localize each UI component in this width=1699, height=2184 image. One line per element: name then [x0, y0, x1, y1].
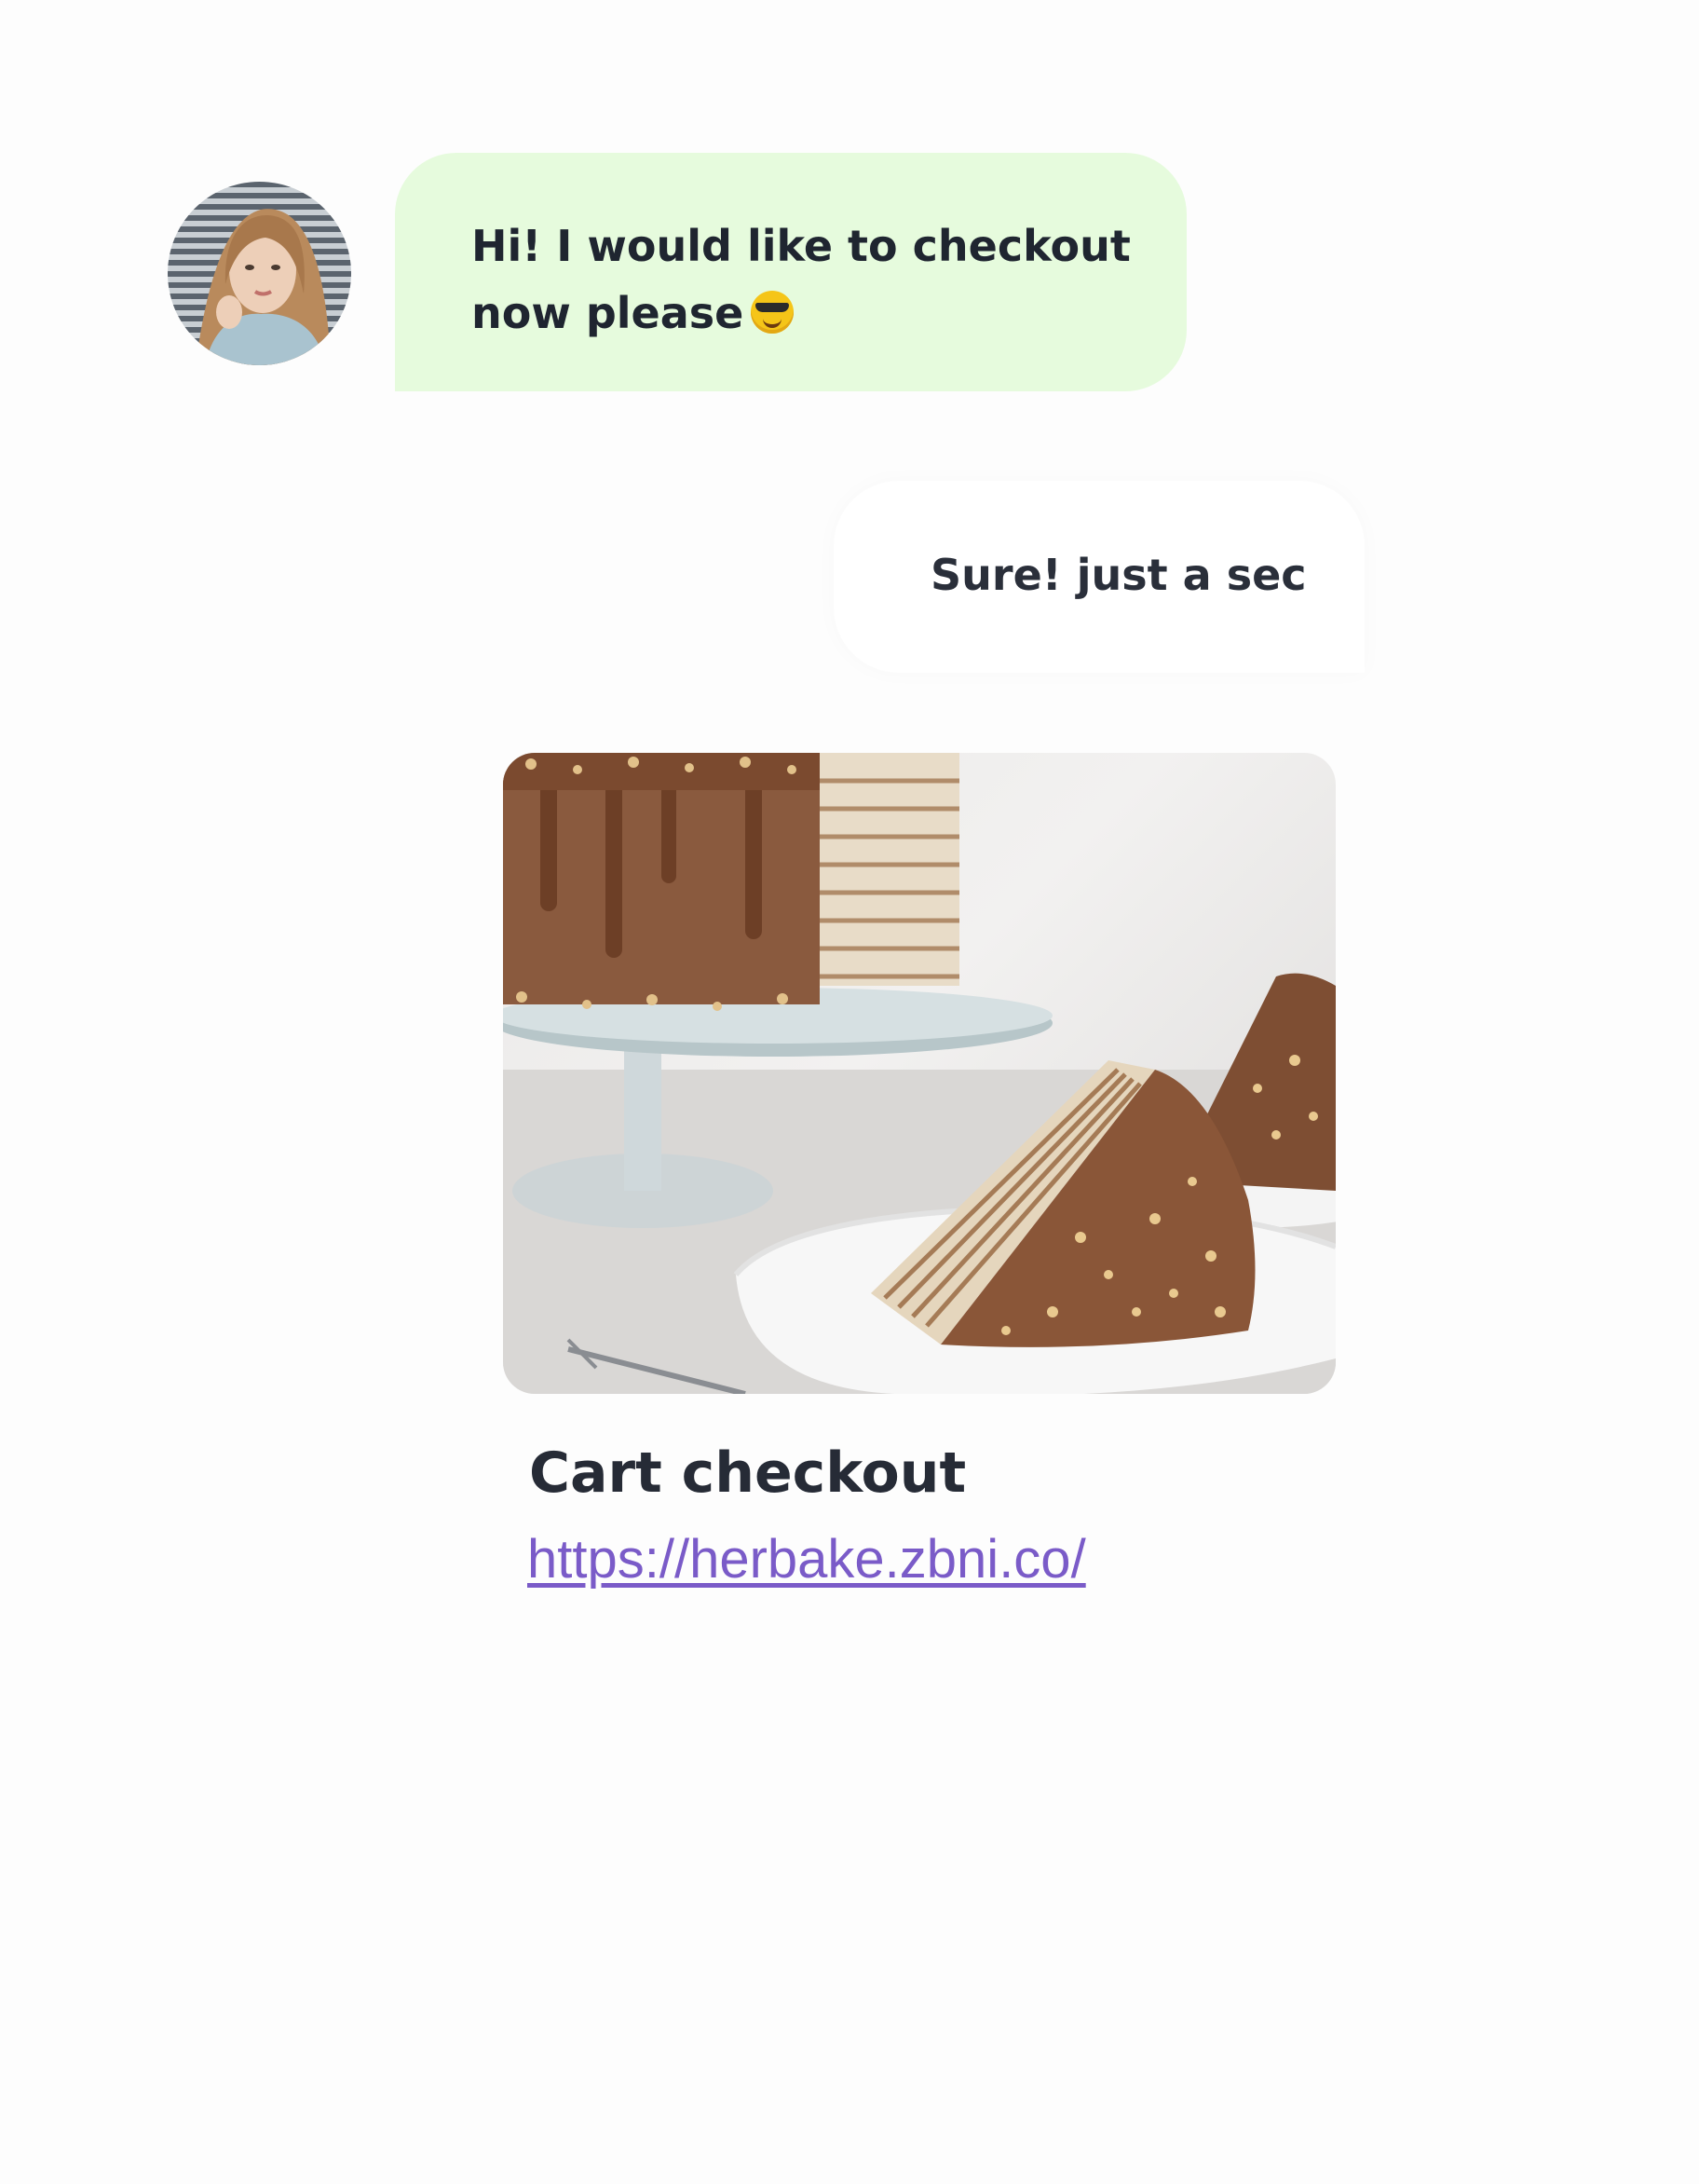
checkout-link[interactable]: https://herbake.zbni.co/ — [527, 1528, 1086, 1590]
incoming-message-line-2-text: now please — [471, 288, 744, 338]
outgoing-message-text: Sure! just a sec — [931, 550, 1307, 600]
outgoing-message-bubble: Sure! just a sec — [834, 481, 1365, 673]
cake-photo-illustration — [503, 753, 1336, 1394]
card-title: Cart checkout — [529, 1440, 967, 1506]
chat-thread: Hi! I would like to checkout now please … — [0, 0, 1699, 2184]
avatar-portrait — [196, 209, 331, 365]
incoming-message-bubble: Hi! I would like to checkout now please — [395, 153, 1187, 391]
sunglasses-emoji-icon — [751, 291, 795, 334]
user-avatar[interactable] — [168, 182, 351, 365]
product-image[interactable] — [503, 753, 1336, 1394]
incoming-message-line-2: now please — [471, 280, 1149, 347]
product-card[interactable]: Cart checkout https://herbake.zbni.co/ — [503, 753, 1336, 1590]
incoming-message-line-1: Hi! I would like to checkout — [471, 221, 1131, 271]
